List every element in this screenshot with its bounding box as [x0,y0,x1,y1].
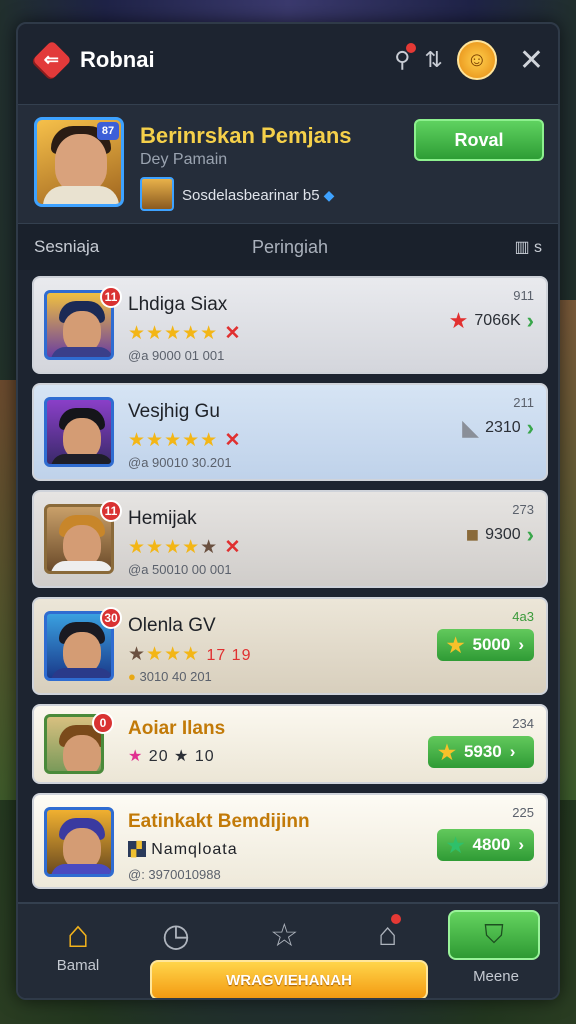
guild-avatar [140,177,174,211]
row-subtext: @a 9000 01 001 [128,348,225,363]
bottom-nav: ⌂ Bamal ◷ ☆ ⌂ WRAGVIEHANAH ⛉ Meene [18,902,558,998]
row-name: Hemijak [128,508,197,529]
crate-icon: ■ [465,522,480,547]
row-subtext: ● 3010 40 201 [128,669,212,684]
row-number: 911 [513,288,534,303]
red-star-icon: ★ [448,308,469,333]
row-subtext: @a 50010 00 001 [128,562,232,577]
score-pill[interactable]: ★ 4800 › [436,829,534,861]
top-icons: ⚲ ⇅ ☺ ✕ [394,40,544,80]
row-name: Vesjhig Gu [128,401,220,422]
row-avatar [44,397,114,467]
row-subtext: @a 90010 30.201 [128,455,232,470]
row-score: ■ 9300 › [465,522,534,547]
guild-name: Sosdelasbearinar b5 ◆ [182,187,335,204]
chevron-right-icon: › [509,742,516,761]
back-button[interactable]: ⇐ [32,40,72,80]
nav-right[interactable]: ⛉ Meene [448,910,544,998]
list-item[interactable]: Eatinkakt Bemdijinn ▞ Namqloata @: 39700… [32,793,548,889]
chevron-right-icon: › [518,835,524,854]
star-rating: ★ 20 ★ 10 [128,748,215,765]
star-outline-icon[interactable]: ☆ [270,916,299,954]
list-item[interactable]: 30 Olenla GV ★★★★ 17 19 ● 3010 40 201 4a… [32,597,548,695]
row-name: Aoiar Ilans [128,718,226,739]
chevron-right-icon: › [526,308,534,333]
row-score: ★ 5000 › [436,629,534,661]
clock-icon[interactable]: ◷ [162,916,190,954]
book-icon[interactable]: ▥ s [514,237,542,257]
list-item[interactable]: 11 Lhdiga Siax ★★★★★ ✕ @a 9000 01 001 91… [32,276,548,374]
row-name: Lhdiga Siax [128,294,228,315]
wing-icon: ◣ [462,415,480,440]
star-rating: ★★★★★ ✕ [128,430,242,451]
row-number: 225 [512,805,534,820]
star-rating: ★★★★★ ✕ [128,537,242,558]
row-number: 234 [512,716,534,731]
top-bar: ⇐ Robnai ⚲ ⇅ ☺ ✕ [18,24,558,96]
tab-middle[interactable]: Peringiah [252,237,328,258]
rank-badge: 30 [100,607,122,629]
swap-icon[interactable]: ⇅ [424,47,442,73]
row-score: ★ 4800 › [436,829,534,861]
rank-badge: 0 [92,712,114,734]
row-score: ◣ 2310 › [462,415,534,440]
nav-home-label: Bamal [56,957,100,974]
star-rating: ★★★★ 17 19 [128,644,252,665]
player-avatar[interactable]: 87 [34,117,124,207]
shield-icon: ⛉ [448,910,540,960]
row-avatar [44,807,114,877]
gold-star-icon: ★ [446,634,465,657]
player-profile: 87 Berinrskan Pemjans Dey Pamain Sosdela… [18,104,558,224]
level-badge: 87 [97,122,119,140]
player-name: Berinrskan Pemjans [140,123,352,148]
score-pill[interactable]: ★ 5930 › [428,736,534,768]
list-item[interactable]: Vesjhig Gu ★★★★★ ✕ @a 90010 30.201 211 ◣… [32,383,548,481]
gold-star-icon: ★ [438,741,456,764]
row-number: 273 [512,502,534,517]
shop-icon[interactable]: ⌂ [378,914,402,953]
coin-icon[interactable]: ☺ [456,40,497,80]
guild-tag: ▞ Namqloata [128,841,238,859]
green-star-icon: ★ [446,834,465,857]
leaderboard-list: 11 Lhdiga Siax ★★★★★ ✕ @a 9000 01 001 91… [32,276,548,898]
notification-dot [391,914,402,924]
page-title: Robnai [80,47,155,72]
notification-dot [406,43,417,53]
row-number: 211 [513,395,534,410]
rank-badge: 11 [100,286,122,308]
back-arrow-icon: ⇐ [32,40,72,80]
tag-icon: ▞ [128,841,146,857]
list-item[interactable]: 11 Hemijak ★★★★★ ✕ @a 50010 00 001 273 ■… [32,490,548,588]
list-item[interactable]: 0 Aoiar Ilans ★ 20 ★ 10 234 ★ 5930 › [32,704,548,784]
rank-badge: 11 [100,500,122,522]
nav-home[interactable]: ⌂ Bamal [36,914,120,998]
home-icon: ⌂ [66,914,90,956]
profile-action-button[interactable]: Roval [414,119,544,161]
row-name: Eatinkakt Bemdijinn [128,811,310,832]
score-pill[interactable]: ★ 5000 › [436,629,534,661]
star-rating: ★★★★★ ✕ [128,323,242,344]
row-subtext: @: 3970010988 [128,867,221,882]
chevron-right-icon: › [526,415,534,440]
row-number: 4a3 [512,609,534,624]
chevron-right-icon: › [526,522,534,547]
list-header: Sesniaja Peringiah ▥ s [18,224,558,270]
row-name: Olenla GV [128,615,216,636]
link-notification-icon[interactable]: ⚲ [394,43,417,73]
row-score: ★ 5930 › [428,736,534,768]
gem-icon: ◆ [323,187,335,203]
leaderboard-panel: ⇐ Robnai ⚲ ⇅ ☺ ✕ 87 Berinrskan Pemjans D… [16,22,560,1000]
main-action-button[interactable]: WRAGVIEHANAH [150,960,428,998]
nav-right-label: Meene [473,968,519,985]
player-subtitle: Dey Pamain [140,151,228,168]
row-score: ★ 7066K › [448,308,534,333]
chevron-right-icon: › [518,635,524,654]
close-button[interactable]: ✕ [519,43,544,78]
